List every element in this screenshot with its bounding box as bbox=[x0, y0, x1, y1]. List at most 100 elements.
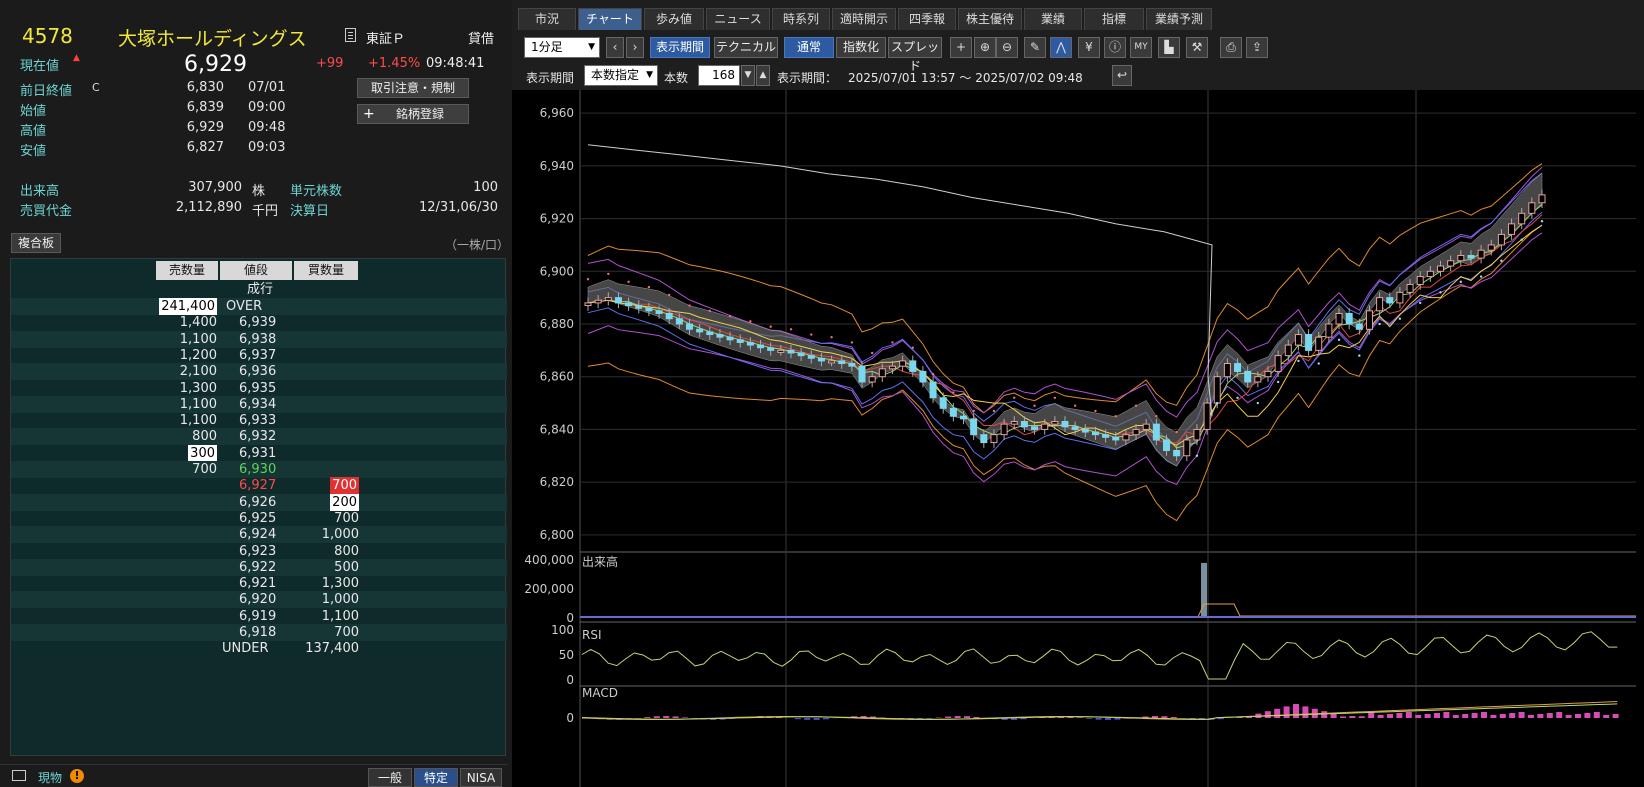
tab-3[interactable]: ニュース bbox=[706, 8, 770, 30]
price-level[interactable]: 6,930 bbox=[239, 461, 276, 478]
tab-2[interactable]: 歩み値 bbox=[644, 8, 704, 30]
price-level[interactable]: 6,924 bbox=[239, 526, 276, 543]
register-symbol-button[interactable]: + 銘柄登録 bbox=[357, 104, 469, 124]
price-level[interactable]: 6,935 bbox=[239, 380, 276, 397]
tab-4[interactable]: 時系列 bbox=[772, 8, 830, 30]
sell-qty[interactable]: 241,400 bbox=[159, 298, 217, 315]
tab-9[interactable]: 指標 bbox=[1084, 8, 1144, 30]
order-book-row[interactable]: 6,920 1,000 bbox=[11, 591, 507, 609]
order-book-row[interactable]: 6,919 1,100 bbox=[11, 608, 507, 625]
sell-qty[interactable]: 700 bbox=[192, 461, 217, 478]
buy-qty[interactable]: 1,000 bbox=[322, 591, 359, 608]
period-button[interactable]: 表示期間 bbox=[650, 37, 710, 58]
technical-button[interactable]: テクニカル bbox=[714, 37, 778, 58]
price-level[interactable]: 6,918 bbox=[239, 624, 276, 641]
order-book-row[interactable]: 1,100 6,933 bbox=[11, 412, 507, 429]
count-down-icon[interactable]: ▼ bbox=[741, 65, 755, 86]
price-level[interactable]: 6,936 bbox=[239, 363, 276, 380]
price-level[interactable]: 6,937 bbox=[239, 347, 276, 364]
info-icon[interactable]: ⓘ bbox=[1104, 37, 1126, 58]
sell-qty[interactable]: 1,100 bbox=[180, 412, 217, 429]
yen-icon[interactable]: ¥ bbox=[1078, 37, 1100, 58]
chart-area[interactable]: 6,960 6,940 6,920 6,900 6,880 6,860 6,840 6,820… bbox=[512, 90, 1644, 787]
buy-qty[interactable]: 1,000 bbox=[322, 526, 359, 543]
price-level[interactable]: 6,925 bbox=[239, 510, 276, 527]
order-book-row[interactable]: 700 6,930 bbox=[11, 461, 507, 478]
sell-qty[interactable]: 800 bbox=[192, 428, 217, 445]
spread-button[interactable]: スプレッド bbox=[888, 37, 942, 73]
buy-qty[interactable]: 1,100 bbox=[322, 608, 359, 625]
document-icon[interactable] bbox=[345, 28, 356, 42]
order-book-row[interactable]: 1,400 6,939 bbox=[11, 314, 507, 331]
tab-specific-account[interactable]: 特定 bbox=[414, 768, 458, 787]
tab-10[interactable]: 業績予測 bbox=[1146, 8, 1212, 30]
export-icon[interactable]: ⇪ bbox=[1246, 37, 1268, 58]
zoom-out-icon[interactable]: ⊖ bbox=[996, 37, 1018, 58]
order-book-row[interactable]: 6,922 500 bbox=[11, 558, 507, 576]
interval-select[interactable]: 1分足 ▼ bbox=[524, 37, 600, 58]
price-level[interactable]: 6,939 bbox=[239, 314, 276, 331]
price-level[interactable]: 6,934 bbox=[239, 396, 276, 413]
buy-qty[interactable]: 800 bbox=[334, 543, 359, 560]
sell-qty[interactable]: 1,100 bbox=[180, 396, 217, 413]
price-level[interactable]: 6,926 bbox=[239, 494, 276, 511]
line-draw-icon[interactable]: ⋀ bbox=[1050, 37, 1072, 58]
tab-0[interactable]: 市況 bbox=[518, 8, 576, 30]
price-level[interactable]: 6,923 bbox=[239, 543, 276, 560]
price-chart[interactable]: 6,960 6,940 6,920 6,900 6,880 6,860 6,840 6,820… bbox=[512, 90, 1644, 787]
price-level[interactable]: 6,921 bbox=[239, 575, 276, 592]
next-arrow-icon[interactable]: › bbox=[626, 37, 644, 58]
trade-notice-button[interactable]: 取引注意・規制 bbox=[357, 78, 469, 98]
sell-qty[interactable]: 1,100 bbox=[180, 331, 217, 348]
tab-6[interactable]: 四季報 bbox=[898, 8, 956, 30]
my-icon[interactable]: MY bbox=[1130, 37, 1152, 58]
price-level[interactable]: 6,931 bbox=[239, 445, 276, 462]
buy-qty[interactable]: 700 bbox=[334, 510, 359, 527]
zoom-in-icon[interactable]: ⊕ bbox=[974, 37, 996, 58]
buy-qty[interactable]: 700 bbox=[334, 624, 359, 641]
index-button[interactable]: 指数化 bbox=[836, 37, 886, 58]
volume-profile-icon[interactable]: ▙ bbox=[1158, 37, 1180, 58]
price-level[interactable]: 6,922 bbox=[239, 559, 276, 576]
order-book-row[interactable]: UNDER 137,400 bbox=[11, 640, 507, 657]
price-level[interactable]: 6,932 bbox=[239, 428, 276, 445]
order-book-row[interactable]: 6,924 1,000 bbox=[11, 526, 507, 544]
sell-qty[interactable]: 1,400 bbox=[180, 314, 217, 331]
price-level[interactable]: 6,920 bbox=[239, 591, 276, 608]
price-level[interactable]: 6,927 bbox=[239, 477, 276, 494]
order-book-row[interactable]: 2,100 6,936 bbox=[11, 363, 507, 381]
buy-qty[interactable]: 700 bbox=[330, 477, 359, 495]
order-book-row[interactable]: 241,400 OVER bbox=[11, 298, 507, 315]
window-icon[interactable] bbox=[12, 770, 26, 781]
sell-qty[interactable]: 2,100 bbox=[180, 363, 217, 380]
buy-qty[interactable]: 500 bbox=[334, 559, 359, 576]
normal-button[interactable]: 通常 bbox=[784, 37, 834, 58]
count-input[interactable]: 168 bbox=[698, 65, 740, 86]
order-book-row[interactable]: 6,927 700 bbox=[11, 477, 507, 495]
print-icon[interactable]: ⎙ bbox=[1220, 37, 1242, 58]
order-book-row[interactable]: 6,923 800 bbox=[11, 543, 507, 560]
price-level[interactable]: UNDER bbox=[222, 640, 269, 657]
buy-qty[interactable]: 137,400 bbox=[305, 640, 359, 657]
price-level[interactable]: 6,919 bbox=[239, 608, 276, 625]
order-book-row[interactable]: 6,925 700 bbox=[11, 510, 507, 527]
order-book-row[interactable]: 1,300 6,935 bbox=[11, 380, 507, 397]
order-book-row[interactable]: 1,100 6,934 bbox=[11, 395, 507, 413]
reset-icon[interactable]: ↩ bbox=[1112, 65, 1132, 86]
buy-qty[interactable]: 200 bbox=[330, 493, 359, 511]
order-book-row[interactable]: 6,926 200 bbox=[11, 493, 507, 511]
tab-nisa-account[interactable]: NISA bbox=[460, 768, 502, 787]
crosshair-icon[interactable]: + bbox=[950, 37, 972, 58]
order-book-row[interactable]: 6,918 700 bbox=[11, 624, 507, 641]
warning-icon[interactable]: ! bbox=[70, 769, 84, 783]
pencil-icon[interactable]: ✎ bbox=[1024, 37, 1046, 58]
tab-general-account[interactable]: 一般 bbox=[368, 768, 412, 787]
composite-board-button[interactable]: 複合板 bbox=[11, 233, 61, 253]
price-level[interactable]: OVER bbox=[226, 298, 262, 315]
sell-qty[interactable]: 1,300 bbox=[180, 380, 217, 397]
order-book-row[interactable]: 300 6,931 bbox=[11, 444, 507, 462]
tab-1[interactable]: チャート bbox=[578, 8, 642, 30]
tab-5[interactable]: 適時開示 bbox=[832, 8, 896, 30]
price-level[interactable]: 6,933 bbox=[239, 412, 276, 429]
prev-arrow-icon[interactable]: ‹ bbox=[606, 37, 624, 58]
